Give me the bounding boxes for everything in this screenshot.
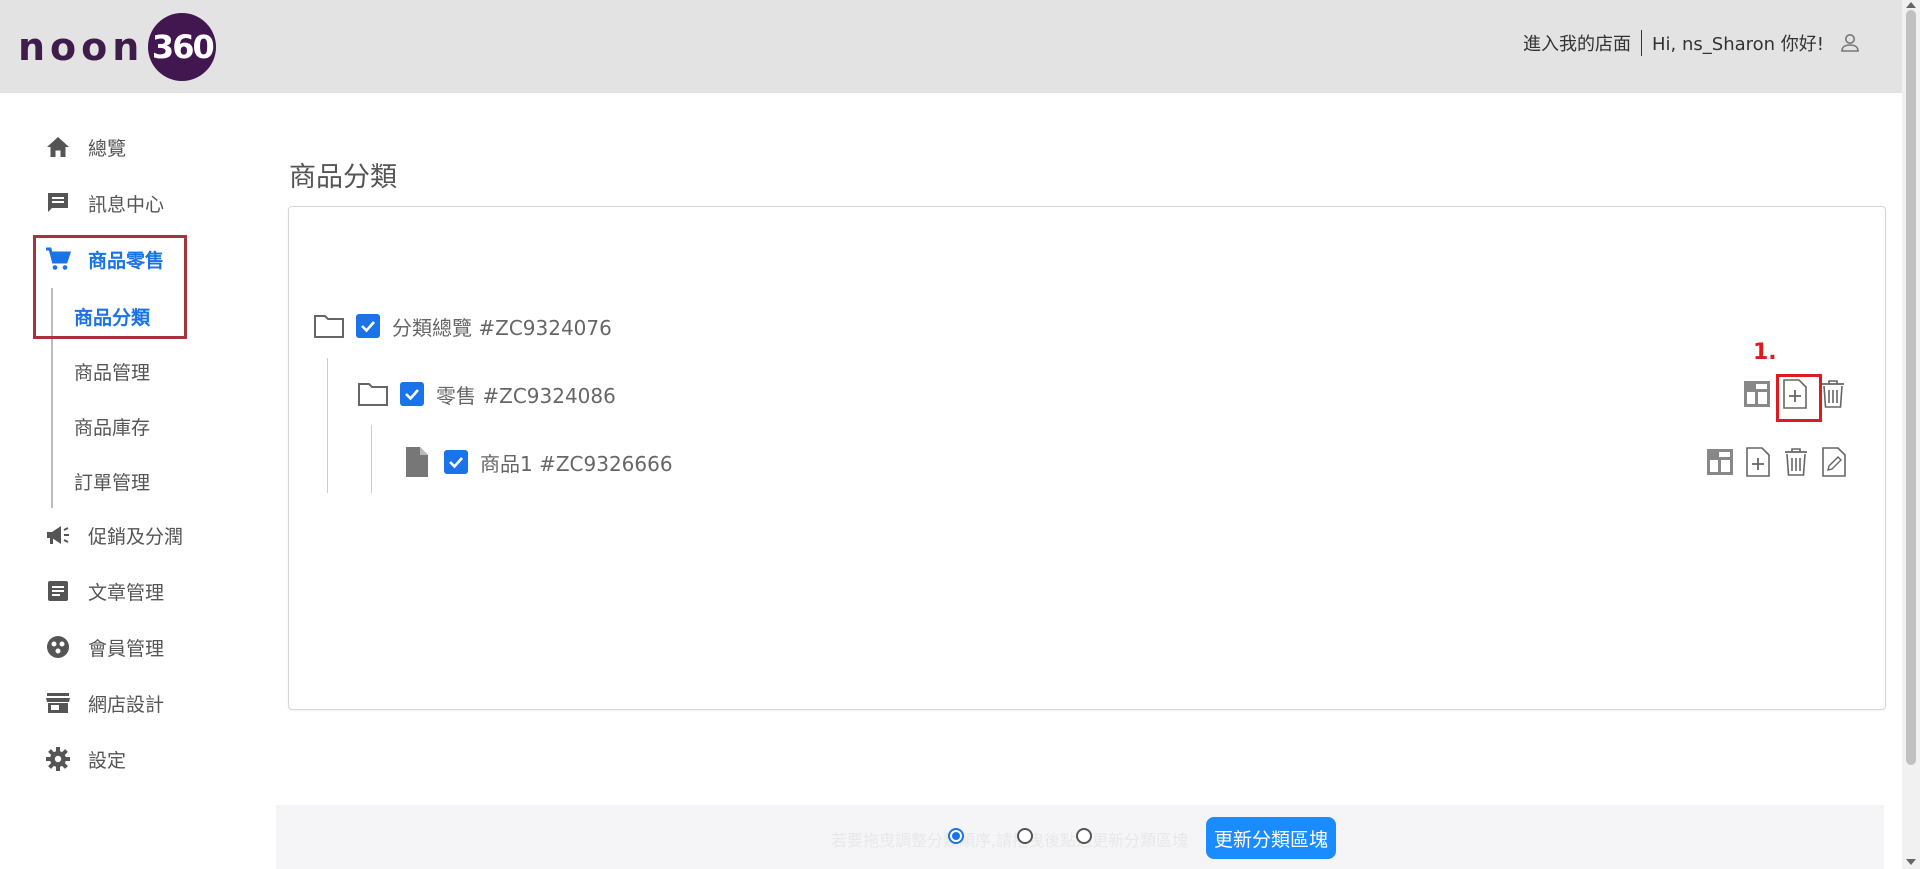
top-header: noon 360 進入我的店面 Hi, ns_Sharon 你好!	[0, 0, 1902, 93]
add-file-icon[interactable]	[1743, 446, 1773, 478]
sidebar-subitem-product-management[interactable]: 商品管理	[74, 358, 150, 385]
user-icon[interactable]	[1838, 31, 1862, 55]
sidebar-item-label: 設定	[88, 749, 127, 772]
logo-text: noon	[18, 25, 145, 69]
sidebar-item-label: 會員管理	[88, 637, 165, 660]
tree-guide-line	[327, 358, 328, 493]
sidebar-item-articles[interactable]: 文章管理	[44, 577, 164, 605]
tree-node-product1[interactable]: 商品1 #ZC9326666	[400, 446, 673, 478]
pager-dot-1[interactable]	[948, 828, 964, 844]
sidebar-item-settings[interactable]: 設定	[44, 745, 126, 773]
pager-dot-3[interactable]	[1076, 828, 1092, 844]
sidebar-subitem-inventory[interactable]: 商品庫存	[74, 413, 150, 440]
home-icon	[44, 133, 72, 161]
sidebar-item-members[interactable]: 會員管理	[44, 633, 164, 661]
tree-checkbox[interactable]	[400, 382, 424, 406]
sidebar-item-messages[interactable]: 訊息中心	[44, 189, 164, 217]
logo-badge: 360	[148, 13, 217, 81]
tree-guide-line	[371, 425, 372, 493]
file-icon	[400, 446, 434, 478]
page-title: 商品分類	[289, 162, 397, 193]
gear-icon	[44, 745, 72, 773]
message-icon	[44, 189, 72, 217]
update-category-button[interactable]: 更新分類區塊	[1206, 817, 1337, 859]
tree-node-label: 零售 #ZC9324086	[436, 383, 616, 408]
add-button-highlight-box	[1776, 374, 1822, 422]
sidebar-item-label: 總覽	[88, 137, 127, 160]
tree-checkbox[interactable]	[356, 314, 380, 338]
tree-node-label: 商品1 #ZC9326666	[480, 451, 673, 476]
store-icon	[44, 689, 72, 717]
sidebar-item-store-design[interactable]: 網店設計	[44, 689, 164, 717]
bottom-action-bar: 若要拖曳調整分類順序,請拖曳後點選更新分類區塊 更新分類區塊	[276, 805, 1884, 869]
sidebar-item-label: 文章管理	[88, 581, 165, 604]
tree-node-label: 分類總覽 #ZC9324076	[392, 315, 612, 340]
scroll-up-arrow[interactable]	[1906, 2, 1916, 8]
article-icon	[44, 577, 72, 605]
scroll-down-arrow[interactable]	[1906, 859, 1916, 865]
noon360-logo[interactable]: noon 360	[18, 13, 217, 81]
trash-icon[interactable]	[1781, 446, 1811, 478]
sidebar-highlight-box	[33, 235, 187, 339]
trash-icon[interactable]	[1818, 378, 1848, 410]
layout-icon[interactable]	[1742, 378, 1772, 410]
sidebar-item-label: 訊息中心	[88, 193, 165, 216]
enter-store-link[interactable]: 進入我的店面	[1523, 30, 1642, 56]
folder-icon	[312, 310, 346, 342]
step-annotation-label: 1.	[1753, 340, 1777, 365]
edit-file-icon[interactable]	[1819, 446, 1849, 478]
layout-icon[interactable]	[1705, 446, 1735, 478]
sidebar-item-promotions[interactable]: 促銷及分潤	[44, 521, 183, 549]
tree-node-retail[interactable]: 零售 #ZC9324086	[356, 378, 616, 410]
folder-icon	[356, 378, 390, 410]
scroll-thumb[interactable]	[1906, 10, 1916, 765]
megaphone-icon	[44, 521, 72, 549]
header-user-area: 進入我的店面 Hi, ns_Sharon 你好!	[1523, 28, 1862, 58]
sidebar-item-label: 網店設計	[88, 693, 165, 716]
sidebar-subitem-orders[interactable]: 訂單管理	[74, 468, 150, 495]
node-actions-product1	[1697, 446, 1849, 478]
sidebar-item-overview[interactable]: 總覽	[44, 133, 126, 161]
pager-dot-2[interactable]	[1017, 828, 1033, 844]
tree-checkbox[interactable]	[444, 450, 468, 474]
tree-node-root[interactable]: 分類總覽 #ZC9324076	[312, 310, 612, 342]
sidebar-item-label: 促銷及分潤	[88, 525, 184, 548]
drag-hint-text: 若要拖曳調整分類順序,請拖曳後點選更新分類區塊	[831, 831, 1189, 850]
member-icon	[44, 633, 72, 661]
user-greeting: Hi, ns_Sharon 你好!	[1652, 34, 1824, 55]
page-scrollbar[interactable]	[1902, 0, 1920, 869]
